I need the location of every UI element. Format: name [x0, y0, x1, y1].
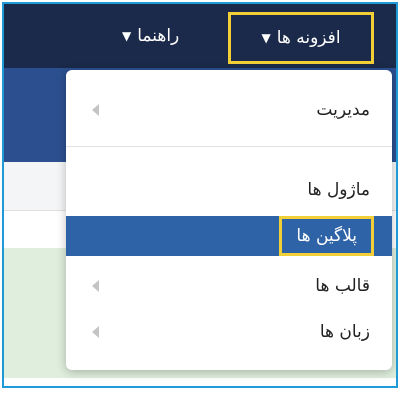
caret-down-icon: ▼	[261, 31, 271, 45]
menu-item-modules[interactable]: ماژول ها	[66, 170, 392, 210]
menu-item-languages[interactable]: زبان ها	[66, 312, 392, 352]
extensions-dropdown-menu: مدیریت ماژول ها پلاگین ها قالب ها زبان ه…	[66, 70, 392, 370]
menu-item-label: مدیریت	[316, 100, 370, 120]
help-label: راهنما	[137, 26, 180, 46]
top-navbar: راهنما ▼ افزونه ها ▼	[4, 4, 396, 68]
menu-item-templates[interactable]: قالب ها	[66, 266, 392, 306]
menu-item-label: پلاگین ها	[279, 216, 374, 256]
screenshot-frame: راهنما ▼ افزونه ها ▼ مدیریت ماژول ها پلا…	[2, 2, 398, 388]
nav-help-menu[interactable]: راهنما ▼	[122, 4, 179, 68]
menu-item-manage[interactable]: مدیریت	[66, 90, 392, 130]
submenu-arrow-icon	[92, 104, 99, 116]
menu-item-label: قالب ها	[315, 276, 370, 296]
submenu-arrow-icon	[92, 280, 99, 292]
extensions-label: افزونه ها	[276, 28, 341, 48]
menu-item-label: زبان ها	[319, 322, 370, 342]
menu-item-label: ماژول ها	[307, 180, 370, 200]
nav-extensions-menu[interactable]: افزونه ها ▼	[228, 12, 374, 64]
submenu-arrow-icon	[92, 326, 99, 338]
menu-item-plugins[interactable]: پلاگین ها	[66, 216, 392, 256]
menu-divider	[66, 146, 392, 147]
caret-down-icon: ▼	[122, 29, 132, 43]
